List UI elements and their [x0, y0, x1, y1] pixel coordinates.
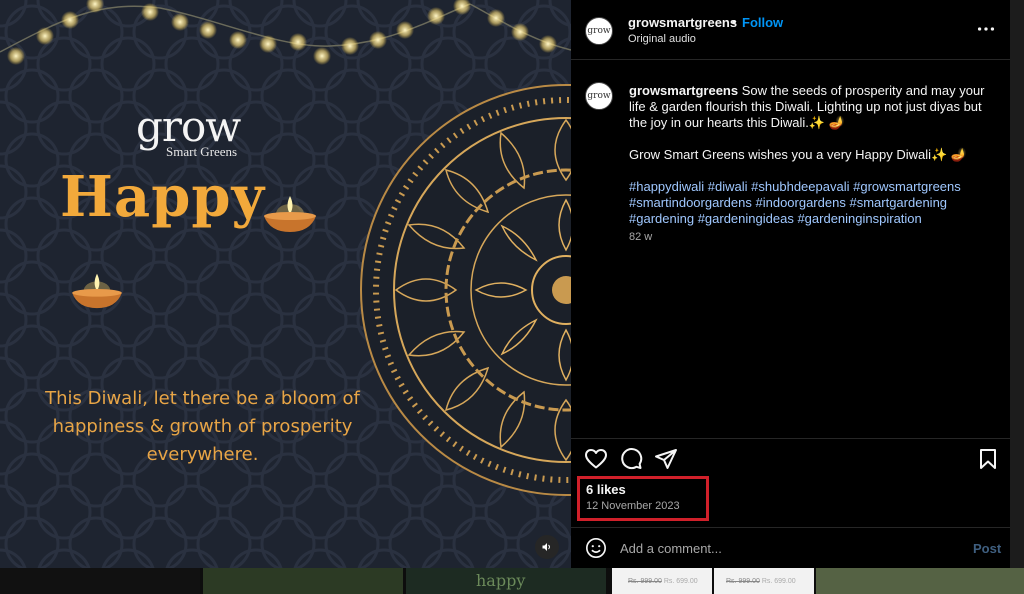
comment-icon[interactable] — [619, 447, 643, 471]
brand-logo-main: grow — [136, 102, 241, 151]
hashtag-link[interactable]: #gardening — [629, 211, 694, 226]
hashtag-link[interactable]: #gardeninginspiration — [797, 211, 921, 226]
caption-username[interactable]: growsmartgreens — [629, 83, 738, 98]
heart-icon[interactable] — [584, 447, 608, 471]
post-media[interactable]: grow Smart Greens Happy This Diwali, let… — [0, 0, 571, 568]
background-page-strip: happy Rs. 999.00 Rs. 699.00 Rs. 999.00 R… — [0, 568, 1024, 594]
caption-hashtags: #happydiwali #diwali #shubhdeepavali #gr… — [629, 179, 997, 227]
emoji-icon[interactable] — [585, 537, 607, 559]
background-tile — [203, 568, 403, 594]
brand-logo-sub: Smart Greens — [166, 144, 238, 159]
tagline-line: happiness & growth of prosperity — [52, 416, 353, 437]
caption-avatar[interactable]: grow — [585, 82, 613, 110]
comment-input[interactable] — [620, 536, 950, 560]
post-details-panel: grow growsmartgreens • Follow Original a… — [571, 0, 1010, 568]
background-tile-text: happy — [476, 571, 526, 590]
background-tile — [0, 568, 200, 594]
header-separator: • — [732, 14, 737, 29]
avatar-text: grow — [587, 26, 611, 36]
tagline: This Diwali, let there be a bloom of hap… — [30, 385, 375, 469]
caption: growsmartgreens Sow the seeds of prosper… — [629, 83, 997, 243]
avatar-text: grow — [587, 91, 611, 101]
hashtag-link[interactable]: #happydiwali — [629, 179, 704, 194]
caption-paragraph: Grow Smart Greens wishes you a very Happ… — [629, 147, 967, 162]
brand-logo: grow Smart Greens — [136, 102, 256, 160]
background-tile: Rs. 999.00 Rs. 699.00 — [612, 568, 712, 594]
hashtag-link[interactable]: #gardeningideas — [698, 211, 794, 226]
hashtag-link[interactable]: #indoorgardens — [755, 195, 845, 210]
background-price: Rs. 999.00 Rs. 699.00 — [726, 578, 796, 585]
hashtag-link[interactable]: #growsmartgreens — [853, 179, 961, 194]
caption-paragraph: growsmartgreens Sow the seeds of prosper… — [629, 83, 997, 131]
mute-button[interactable] — [535, 535, 559, 559]
background-page-edge — [1010, 0, 1024, 568]
avatar[interactable]: grow — [585, 17, 613, 45]
background-price: Rs. 999.00 Rs. 699.00 — [628, 578, 698, 585]
background-tile: happy — [406, 568, 606, 594]
audio-link[interactable]: Original audio — [628, 33, 696, 45]
hashtag-link[interactable]: #shubhdeepavali — [751, 179, 849, 194]
hashtag-link[interactable]: #smartindoorgardens — [629, 195, 752, 210]
post-header: grow growsmartgreens • Follow Original a… — [571, 0, 1010, 60]
bookmark-icon[interactable] — [976, 447, 1000, 471]
follow-button[interactable]: Follow — [742, 15, 783, 30]
more-options-icon[interactable] — [975, 18, 997, 40]
action-bar — [571, 438, 1010, 474]
send-icon[interactable] — [654, 447, 678, 471]
tagline-line: everywhere. — [146, 444, 259, 465]
background-tile: Rs. 999.00 Rs. 699.00 — [714, 568, 814, 594]
speaker-icon — [542, 543, 550, 551]
hashtag-link[interactable]: #diwali — [708, 179, 748, 194]
diya-icon — [264, 196, 316, 232]
diya-icon — [72, 273, 122, 309]
hashtag-link[interactable]: #smartgardening — [849, 195, 947, 210]
header-username[interactable]: growsmartgreens — [628, 15, 737, 30]
headline: Happy — [60, 164, 266, 230]
post-time-ago[interactable]: 82 w — [629, 231, 652, 243]
background-tile — [816, 568, 1024, 594]
highlight-box — [577, 476, 709, 521]
comment-bar: Post — [571, 527, 1010, 568]
post-comment-button[interactable]: Post — [973, 541, 1001, 556]
tagline-line: This Diwali, let there be a bloom of — [45, 388, 360, 409]
